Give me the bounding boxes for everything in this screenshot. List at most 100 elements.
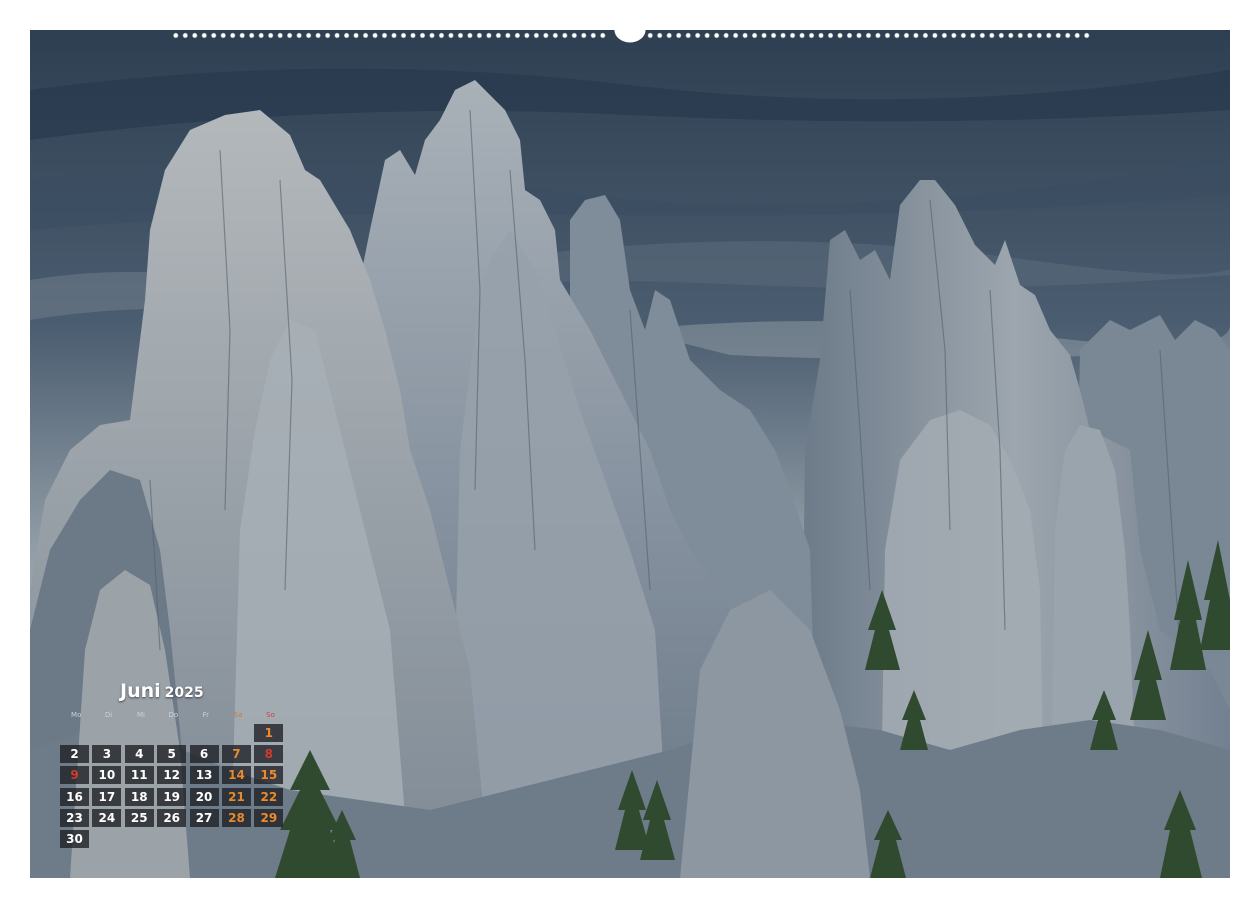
binding-ring	[505, 32, 511, 39]
day-cell: 1	[254, 724, 284, 742]
binding-ring	[723, 32, 729, 39]
binding-ring	[372, 32, 378, 39]
binding-ring	[856, 32, 862, 39]
binding-ring	[249, 32, 255, 39]
binding-ring	[543, 32, 549, 39]
binding-ring	[429, 32, 435, 39]
binding-ring	[970, 32, 976, 39]
day-cell: 16	[60, 787, 89, 806]
weekday-label: Mi	[136, 711, 145, 719]
binding-ring	[571, 32, 577, 39]
binding-ring	[230, 32, 236, 39]
binding-ring	[381, 32, 388, 39]
empty-day-cell	[92, 724, 121, 742]
binding-ring	[922, 32, 929, 39]
weekday-label: Sa	[233, 711, 243, 719]
day-cell: 25	[124, 808, 154, 827]
binding-ring	[799, 32, 805, 39]
binding-ring	[998, 32, 1004, 39]
day-cell: 27	[189, 808, 219, 827]
weekday-label: Di	[104, 711, 113, 719]
binding-ring	[211, 32, 217, 39]
weekday-header-row: Mo Di Mi Do Fr Sa So	[60, 711, 290, 719]
binding-ring	[989, 32, 995, 39]
binding-ring	[334, 32, 340, 39]
binding-ring	[894, 32, 900, 39]
binding-ring	[837, 32, 843, 39]
binding-ring	[552, 32, 558, 39]
day-cell: 19	[157, 787, 187, 806]
day-cell: 5	[157, 745, 187, 764]
binding-ring	[1027, 32, 1033, 39]
binding-ring	[903, 32, 910, 39]
binding-ring	[258, 32, 264, 39]
binding-ring	[884, 32, 891, 39]
binding-ring	[581, 32, 587, 39]
day-cell: 7	[221, 745, 251, 764]
binding-ring	[960, 32, 966, 39]
binding-ring	[932, 32, 938, 39]
binding-ring	[457, 32, 464, 39]
day-cell: 14	[221, 766, 251, 785]
weekday-label: So	[266, 711, 275, 719]
binding-ring	[714, 32, 720, 39]
binding-ring	[353, 32, 359, 39]
binding-ring	[685, 32, 691, 39]
month-name: Juni	[120, 680, 161, 702]
binding-ring	[979, 32, 985, 39]
empty-day-cell	[125, 724, 154, 742]
binding-ring	[1008, 32, 1014, 39]
binding-ring	[362, 32, 369, 39]
binding-ring	[220, 32, 226, 39]
binding-ring	[761, 32, 767, 39]
binding-ring	[951, 32, 957, 39]
binding-ring	[467, 32, 473, 39]
binding-ring	[438, 32, 445, 39]
day-cell: 26	[157, 808, 187, 827]
weekday-label: Do	[168, 711, 179, 719]
day-cell: 29	[254, 808, 284, 827]
binding-ring	[533, 32, 540, 39]
binding-ring	[315, 32, 321, 39]
day-cell: 24	[92, 808, 122, 827]
binding-ring	[182, 32, 188, 39]
binding-ring	[476, 32, 483, 39]
wire-binding	[173, 30, 1090, 43]
binding-ring	[201, 32, 207, 39]
weekday-label: Fr	[202, 711, 209, 719]
binding-ring	[239, 32, 245, 39]
day-cell: 22	[254, 787, 284, 806]
empty-day-cell	[157, 724, 186, 742]
binding-ring	[789, 32, 796, 39]
day-cell: 21	[221, 787, 251, 806]
day-cell: 12	[157, 766, 187, 785]
binding-ring	[865, 32, 872, 39]
binding-ring	[1074, 32, 1080, 39]
day-cell: 9	[60, 766, 89, 785]
binding-ring	[486, 32, 492, 39]
binding-ring	[846, 32, 853, 39]
day-cell: 8	[254, 745, 284, 764]
binding-ring	[400, 32, 407, 39]
binding-ring	[1036, 32, 1042, 39]
day-cell: 28	[221, 808, 251, 827]
binding-ring	[305, 32, 312, 39]
binding-ring	[600, 32, 606, 39]
day-grid: 1 2 3 4 5 6 7 8 9 10 11 12 13 14 15 16 17 18 19 20 21 22 23 24 2…	[60, 724, 290, 848]
binding-ring	[514, 32, 521, 39]
binding-ring	[524, 32, 530, 39]
day-cell: 4	[124, 745, 154, 764]
binding-ring	[173, 32, 179, 39]
binding-ring	[391, 32, 397, 39]
weekday-label: Mo	[71, 711, 82, 719]
empty-day-cell	[222, 724, 251, 742]
day-cell: 3	[92, 745, 122, 764]
day-cell: 11	[124, 766, 154, 785]
day-cell: 18	[124, 787, 154, 806]
binding-ring	[647, 32, 653, 39]
year: 2025	[164, 685, 204, 701]
binding-ring	[562, 32, 568, 39]
binding-ring	[268, 32, 274, 39]
binding-ring	[286, 32, 293, 39]
binding-ring	[419, 32, 426, 39]
